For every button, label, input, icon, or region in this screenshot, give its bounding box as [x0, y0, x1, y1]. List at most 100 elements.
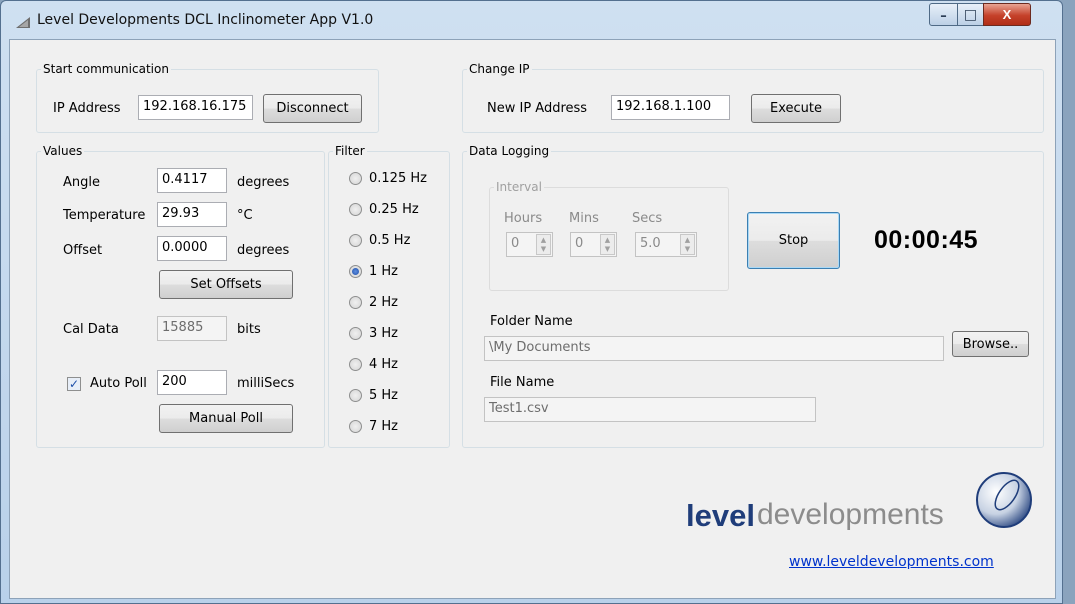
offset-label: Offset: [63, 243, 103, 258]
angle-field[interactable]: 0.4117: [157, 168, 227, 193]
temperature-field[interactable]: 29.93: [157, 202, 227, 227]
radio-icon: [349, 296, 362, 309]
secs-spinner: 5.0 ▲ ▼: [635, 232, 697, 257]
close-icon: X: [1002, 7, 1012, 22]
inclinometer-app-icon: [16, 17, 30, 28]
radio-selected-icon: [349, 265, 362, 278]
folder-name-label: Folder Name: [490, 314, 573, 329]
filter-option[interactable]: 3 Hz: [349, 326, 398, 341]
filter-option[interactable]: 5 Hz: [349, 388, 398, 403]
filter-option[interactable]: 0.125 Hz: [349, 171, 427, 186]
logo-text-level: level: [686, 498, 755, 533]
title-bar[interactable]: Level Developments DCL Inclinometer App …: [1, 1, 1062, 39]
website-link[interactable]: www.leveldevelopments.com: [789, 554, 994, 570]
auto-poll-interval-field[interactable]: 200: [157, 370, 227, 395]
filter-legend: Filter: [335, 144, 365, 158]
minimize-icon: –: [940, 9, 947, 24]
spin-down-icon: ▼: [540, 244, 547, 253]
ip-address-field[interactable]: 192.168.16.175: [138, 95, 253, 120]
cal-data-unit: bits: [237, 322, 261, 337]
secs-value: 5.0: [640, 236, 661, 251]
interval-legend: Interval: [496, 180, 542, 194]
filter-option-label: 1 Hz: [369, 264, 399, 279]
folder-name-field: \My Documents: [484, 336, 944, 361]
filter-option[interactable]: 0.25 Hz: [349, 202, 419, 217]
mins-spin-arrows: ▲ ▼: [600, 234, 615, 255]
filter-option-label: 4 Hz: [369, 357, 399, 372]
main-panel: Start communication IP Address 192.168.1…: [9, 39, 1056, 599]
spin-up-icon: ▲: [604, 235, 611, 244]
filter-option-label: 0.25 Hz: [369, 202, 419, 217]
new-ip-address-field[interactable]: 192.168.1.100: [611, 95, 730, 120]
logo-text-developments: developments: [757, 498, 944, 531]
stop-button[interactable]: Stop: [747, 212, 840, 269]
radio-icon: [349, 389, 362, 402]
radio-icon: [349, 234, 362, 247]
manual-poll-button[interactable]: Manual Poll: [159, 404, 293, 433]
maximize-icon: □: [963, 6, 978, 23]
filter-option-label: 2 Hz: [369, 295, 399, 310]
window-title: Level Developments DCL Inclinometer App …: [37, 12, 374, 28]
secs-spin-arrows: ▲ ▼: [680, 234, 695, 255]
elapsed-time: 00:00:45: [874, 226, 979, 254]
spin-down-icon: ▼: [684, 244, 691, 253]
new-ip-address-label: New IP Address: [487, 101, 588, 116]
disconnect-button[interactable]: Disconnect: [263, 94, 362, 123]
offset-unit: degrees: [237, 243, 290, 258]
filter-option[interactable]: 7 Hz: [349, 419, 398, 434]
radio-icon: [349, 420, 362, 433]
file-name-field: Test1.csv: [484, 397, 816, 422]
auto-poll-label: Auto Poll: [90, 376, 147, 391]
mins-label: Mins: [569, 211, 599, 226]
logo-orb-icon: [976, 472, 1032, 528]
start-communication-legend: Start communication: [43, 62, 169, 76]
radio-icon: [349, 203, 362, 216]
browse-button[interactable]: Browse..: [952, 331, 1029, 357]
filter-option[interactable]: 2 Hz: [349, 295, 398, 310]
filter-option-label: 0.125 Hz: [369, 171, 427, 186]
hours-value: 0: [511, 236, 520, 251]
radio-icon: [349, 172, 362, 185]
radio-dot-icon: [352, 268, 359, 275]
spin-down-icon: ▼: [604, 244, 611, 253]
temperature-label: Temperature: [63, 208, 146, 223]
secs-label: Secs: [632, 211, 663, 226]
filter-option[interactable]: 4 Hz: [349, 357, 398, 372]
auto-poll-unit: milliSecs: [237, 376, 295, 391]
radio-icon: [349, 327, 362, 340]
cal-data-label: Cal Data: [63, 322, 119, 337]
temperature-unit: °C: [237, 208, 253, 223]
offset-field[interactable]: 0.0000: [157, 236, 227, 261]
filter-option-label: 0.5 Hz: [369, 233, 411, 248]
spin-up-icon: ▲: [684, 235, 691, 244]
checkmark-icon: ✓: [68, 377, 80, 391]
filter-option[interactable]: 0.5 Hz: [349, 233, 410, 248]
cal-data-field: 15885: [157, 316, 227, 341]
execute-button[interactable]: Execute: [751, 94, 841, 123]
mins-spinner: 0 ▲ ▼: [570, 232, 617, 257]
maximize-button[interactable]: □: [957, 3, 984, 26]
filter-option[interactable]: 1 Hz: [349, 264, 398, 279]
angle-unit: degrees: [237, 175, 290, 190]
filter-option-label: 7 Hz: [369, 419, 399, 434]
values-legend: Values: [43, 144, 83, 158]
spin-up-icon: ▲: [540, 235, 547, 244]
hours-spinner: 0 ▲ ▼: [506, 232, 553, 257]
data-logging-legend: Data Logging: [469, 144, 550, 158]
hours-label: Hours: [504, 211, 543, 226]
hours-spin-arrows: ▲ ▼: [536, 234, 551, 255]
filter-option-label: 3 Hz: [369, 326, 399, 341]
angle-label: Angle: [63, 175, 100, 190]
change-ip-legend: Change IP: [469, 62, 530, 76]
mins-value: 0: [575, 236, 584, 251]
radio-icon: [349, 358, 362, 371]
minimize-button[interactable]: –: [929, 3, 958, 26]
company-logo: level developments: [685, 468, 1045, 538]
auto-poll-checkbox[interactable]: ✓: [67, 377, 81, 391]
filter-option-label: 5 Hz: [369, 388, 399, 403]
close-button[interactable]: X: [983, 3, 1031, 26]
ip-address-label: IP Address: [53, 101, 121, 116]
set-offsets-button[interactable]: Set Offsets: [159, 270, 293, 299]
app-window: Level Developments DCL Inclinometer App …: [0, 0, 1063, 604]
file-name-label: File Name: [490, 375, 555, 390]
